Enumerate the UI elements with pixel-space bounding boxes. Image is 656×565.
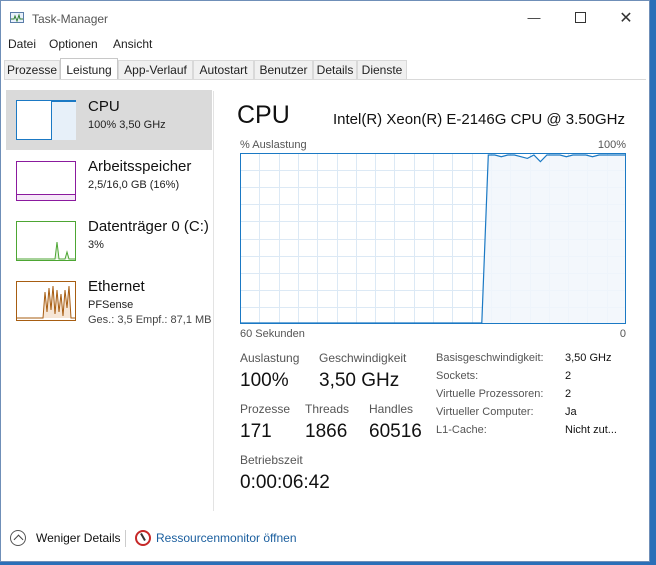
chevron-up-icon (13, 534, 24, 545)
sidebar-item-label: Ethernet (88, 278, 145, 295)
utilization-label: Auslastung (240, 351, 300, 365)
resource-monitor-icon (135, 530, 151, 546)
sidebar-item-value: 2,5/16,0 GB (16%) (88, 179, 180, 191)
memory-thumbnail (16, 161, 76, 201)
info-value: Nicht zut... (565, 424, 617, 436)
info-value: 2 (565, 388, 572, 400)
disk-thumbnail (16, 221, 76, 261)
graph-x-right-label: 0 (619, 328, 626, 340)
sidebar-item-value: PFSense (88, 299, 134, 311)
tab-prozesse[interactable]: Prozesse (4, 60, 60, 79)
handles-value: 60516 (369, 421, 422, 442)
speed-label: Geschwindigkeit (319, 351, 407, 365)
graph-y-label: % Auslastung (240, 139, 307, 151)
info-value: 2 (565, 370, 572, 382)
sidebar-item-ethernet[interactable]: Ethernet PFSense Ges.: 3,5 Empf.: 87,1 M… (6, 270, 212, 336)
minimize-icon: — (527, 10, 541, 25)
tab-app-verlauf[interactable]: App-Verlauf (118, 60, 193, 79)
tab-dienste[interactable]: Dienste (357, 60, 407, 79)
task-manager-icon (10, 12, 24, 23)
sidebar-item-memory[interactable]: Arbeitsspeicher 2,5/16,0 GB (16%) (6, 150, 212, 210)
sidebar-item-value: 3% (88, 239, 104, 251)
cpu-detail-panel: CPU Intel(R) Xeon(R) E-2146G CPU @ 3.50G… (223, 91, 643, 511)
sidebar-item-disk[interactable]: Datenträger 0 (C:) 3% (6, 210, 212, 270)
cpu-model-name: Intel(R) Xeon(R) E-2146G CPU @ 3.50GHz (333, 111, 625, 128)
footer-divider (125, 530, 126, 547)
info-value: 3,50 GHz (565, 352, 612, 364)
sidebar-item-label: Datenträger 0 (C:) (88, 218, 209, 235)
info-label: Basisgeschwindigkeit: (436, 352, 544, 364)
resource-sidebar: CPU 100% 3,50 GHz Arbeitsspeicher 2,5/16… (4, 90, 212, 520)
open-resource-monitor-link[interactable]: Ressourcenmonitor öffnen (156, 531, 297, 545)
processes-label: Prozesse (240, 402, 291, 416)
info-value: Ja (565, 406, 577, 418)
minimize-button[interactable]: — (511, 1, 557, 34)
tab-benutzer[interactable]: Benutzer (254, 60, 313, 79)
menu-ansicht[interactable]: Ansicht (113, 37, 152, 51)
fewer-details-link[interactable]: Weniger Details (36, 531, 120, 545)
window-title: Task-Manager (32, 12, 109, 26)
menu-datei[interactable]: Datei (8, 37, 36, 51)
cpu-thumbnail (16, 100, 76, 140)
cpu-usage-graph (240, 153, 626, 324)
info-label: Virtueller Computer: (436, 406, 534, 418)
sidebar-item-label: Arbeitsspeicher (88, 158, 192, 175)
maximize-icon (574, 12, 586, 23)
threads-value: 1866 (305, 421, 348, 442)
sidebar-item-label: CPU (88, 98, 120, 115)
maximize-button[interactable] (557, 1, 603, 34)
graph-x-left-label: 60 Sekunden (240, 328, 305, 340)
tab-details[interactable]: Details (313, 60, 357, 79)
tab-leistung[interactable]: Leistung (60, 58, 118, 80)
threads-label: Threads (305, 402, 350, 416)
page-title: CPU (237, 101, 290, 129)
cpu-usage-area (481, 155, 625, 323)
handles-label: Handles (369, 402, 414, 416)
collapse-details-button[interactable] (10, 530, 26, 546)
info-label: L1-Cache: (436, 424, 487, 436)
sidebar-item-value: 100% 3,50 GHz (88, 119, 166, 131)
sidebar-divider (213, 91, 214, 511)
utilization-value: 100% (240, 370, 289, 391)
title-bar[interactable]: Task-Manager — ✕ (1, 1, 649, 34)
processes-value: 171 (240, 421, 272, 442)
tab-autostart[interactable]: Autostart (193, 60, 254, 79)
close-icon: ✕ (619, 9, 633, 27)
close-button[interactable]: ✕ (603, 1, 649, 34)
graph-y-max-label: 100% (597, 139, 626, 151)
sidebar-item-traffic: Ges.: 3,5 Empf.: 87,1 MB (88, 314, 212, 326)
footer-bar: Weniger Details Ressourcenmonitor öffnen (1, 524, 649, 554)
ethernet-thumbnail (16, 281, 76, 321)
sidebar-item-cpu[interactable]: CPU 100% 3,50 GHz (6, 90, 212, 150)
menu-optionen[interactable]: Optionen (49, 37, 98, 51)
uptime-label: Betriebszeit (240, 453, 303, 467)
speed-value: 3,50 GHz (319, 370, 400, 391)
info-label: Sockets: (436, 370, 479, 382)
task-manager-window: Task-Manager — ✕ Datei Optionen Ansicht … (0, 0, 650, 562)
info-label: Virtuelle Prozessoren: (436, 388, 544, 400)
uptime-value: 0:00:06:42 (240, 472, 330, 493)
tab-divider (4, 79, 646, 80)
